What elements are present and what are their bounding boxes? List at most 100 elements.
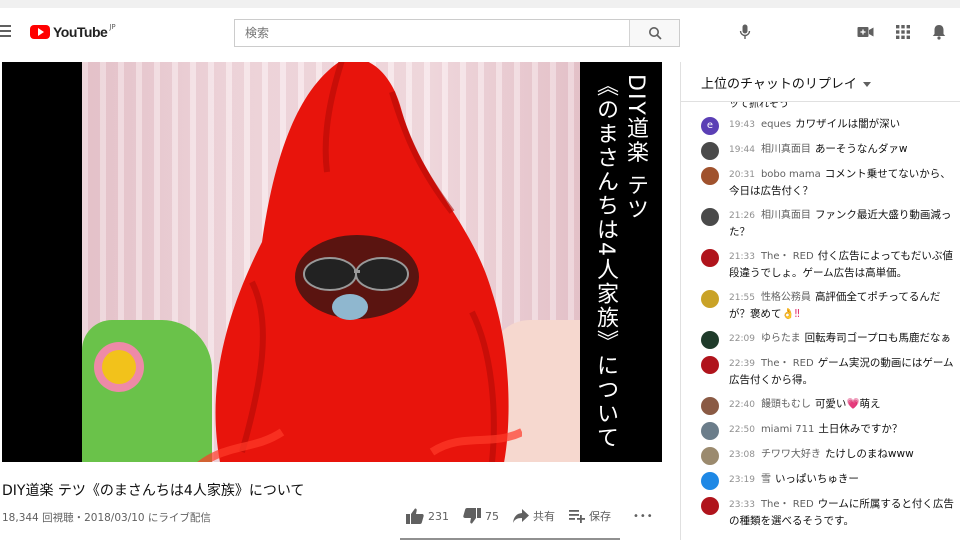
chat-text: 萌え xyxy=(859,398,881,410)
like-button[interactable]: 231 xyxy=(406,508,449,524)
chat-emoji: 👌‼ xyxy=(781,308,800,320)
save-label: 保存 xyxy=(589,510,611,523)
masthead: YouTube JP xyxy=(0,0,960,62)
chat-author[interactable]: 性格公務員 xyxy=(761,292,811,303)
chat-header-label: 上位のチャットのリプレイ xyxy=(701,77,857,92)
chat-timestamp: 23:19 xyxy=(729,475,755,485)
thumbs-up-icon xyxy=(406,508,424,524)
chat-author[interactable]: 相川真面目 xyxy=(761,144,811,155)
chat-timestamp: 21:55 xyxy=(729,293,755,303)
save-button[interactable]: 保存 xyxy=(569,508,611,524)
vertical-caption: DIY道楽 テツ 《のまさんちは4人家族》について xyxy=(582,62,662,462)
chat-avatar[interactable] xyxy=(701,249,719,267)
chat-message[interactable]: 20:31 bobo mama コメント乗せてないから、今日は広告付く？ xyxy=(681,162,960,203)
chat-avatar[interactable] xyxy=(701,497,719,515)
apps-grid-icon[interactable] xyxy=(896,25,910,39)
video-info: DIY道楽 テツ《のまさんちは4人家族》について 18,344 回視聴・2018… xyxy=(0,462,680,540)
share-button[interactable]: 共有 xyxy=(513,508,555,524)
share-label: 共有 xyxy=(533,510,555,523)
chat-partial-message: ッて抓れそう xyxy=(729,102,789,110)
chat-timestamp: 23:33 xyxy=(729,500,755,510)
chat-message[interactable]: 23:33 The・ RED ウームに所属すると付く広告の種類を選べるそうです。 xyxy=(681,492,960,533)
dislike-button[interactable]: 75 xyxy=(463,508,499,524)
chat-avatar[interactable] xyxy=(701,208,719,226)
search-input[interactable] xyxy=(235,20,629,46)
chat-author[interactable]: 饅頭もむし xyxy=(761,399,811,410)
chat-avatar[interactable] xyxy=(701,356,719,374)
chat-message[interactable]: 22:09 ゆらたま 回転寿司ゴープロも馬鹿だなぁ xyxy=(681,326,960,351)
chat-text: いっぱいちゅきー xyxy=(774,473,859,485)
chat-text: 土日休みですか？ xyxy=(818,423,903,435)
chat-mode-dropdown[interactable]: 上位のチャットのリプレイ xyxy=(681,62,960,102)
chat-author[interactable]: miami 711 xyxy=(761,424,814,435)
video-title: DIY道楽 テツ《のまさんちは4人家族》について xyxy=(2,483,305,499)
chat-avatar[interactable] xyxy=(701,331,719,349)
chat-author[interactable]: The・ RED xyxy=(761,251,814,262)
search-bar xyxy=(234,19,680,47)
chat-avatar[interactable] xyxy=(701,397,719,415)
chat-message[interactable]: 23:19 雪いっぱいちゅきー xyxy=(681,467,960,492)
menu-icon[interactable] xyxy=(0,25,12,39)
chat-author[interactable]: チワワ大好き xyxy=(761,449,821,460)
chat-text: 回転寿司ゴープロも馬鹿だなぁ xyxy=(804,332,952,344)
chat-message[interactable]: 22:40 饅頭もむし 可愛い 💗 萌え xyxy=(681,392,960,417)
youtube-logo[interactable]: YouTube JP xyxy=(30,23,116,40)
chat-timestamp: 22:40 xyxy=(729,400,755,410)
chat-avatar[interactable] xyxy=(701,472,719,490)
like-count: 231 xyxy=(428,509,449,523)
chat-author[interactable]: The・ RED xyxy=(761,358,814,369)
chat-author[interactable]: eques xyxy=(761,119,791,130)
chat-message[interactable]: 19:44 相川真面目 あーそうなんダァw xyxy=(681,137,960,162)
chat-avatar[interactable] xyxy=(701,447,719,465)
video-player[interactable]: DIY道楽 テツ 《のまさんちは4人家族》について xyxy=(2,62,662,462)
more-actions-button[interactable]: ••• xyxy=(629,511,654,522)
chat-message[interactable]: e 19:43 eques カワザイルは闇が深い xyxy=(681,112,960,137)
chat-message[interactable]: 22:50 miami 711 土日休みですか？ xyxy=(681,417,960,442)
voice-search-button[interactable] xyxy=(739,24,751,44)
search-button[interactable] xyxy=(629,20,679,46)
logo-text: YouTube xyxy=(53,24,108,40)
chat-author[interactable]: 相川真面目 xyxy=(761,210,811,221)
chat-author[interactable]: 雪 xyxy=(761,474,771,485)
chat-message[interactable]: 23:08 チワワ大好き たけしのまねwww xyxy=(681,442,960,467)
more-icon: ••• xyxy=(633,510,654,522)
dropdown-caret-icon xyxy=(862,82,871,87)
chat-timestamp: 22:39 xyxy=(729,359,755,369)
video-meta: 18,344 回視聴・2018/03/10 にライブ配信 xyxy=(2,512,211,524)
chat-message[interactable]: 21:26 相川真面目 ファンク最近大盛り動画減った？ xyxy=(681,203,960,244)
chat-timestamp: 19:43 xyxy=(729,120,755,130)
chat-message[interactable]: 21:33 The・ RED 付く広告によってもだいぶ値段違うでしょ。ゲーム広告は高… xyxy=(681,244,960,285)
chat-text: たけしのまねwww xyxy=(824,448,914,460)
chat-avatar[interactable] xyxy=(701,422,719,440)
chat-timestamp: 22:09 xyxy=(729,334,755,344)
chat-message[interactable]: 21:55 性格公務員 高評価全てポチってるんだが？褒めて 👌‼ xyxy=(681,285,960,326)
search-icon xyxy=(648,27,662,40)
video-actions: 231 75 共有 保存 ••• xyxy=(406,508,668,524)
chat-text: あーそうなんダァw xyxy=(814,143,908,155)
chat-avatar[interactable] xyxy=(701,290,719,308)
chat-text: 可愛い xyxy=(814,398,847,410)
chat-avatar[interactable] xyxy=(701,142,719,160)
share-icon xyxy=(513,509,529,523)
chat-timestamp: 21:26 xyxy=(729,211,755,221)
playlist-add-icon xyxy=(569,510,585,523)
chat-timestamp: 23:08 xyxy=(729,450,755,460)
chat-timestamp: 19:44 xyxy=(729,145,755,155)
chat-author[interactable]: ゆらたま xyxy=(761,333,801,344)
red-furry-puppet xyxy=(197,62,522,462)
youtube-play-icon xyxy=(30,25,50,39)
chat-avatar[interactable]: e xyxy=(701,117,719,135)
chat-author[interactable]: The・ RED xyxy=(761,499,814,510)
chat-timestamp: 22:50 xyxy=(729,425,755,435)
logo-region: JP xyxy=(109,23,116,31)
chat-author[interactable]: bobo mama xyxy=(761,169,821,180)
create-video-icon[interactable] xyxy=(857,26,874,38)
live-chat-replay: 上位のチャットのリプレイ ッて抓れそう e 19:43 eques カワザイルは闇が深… xyxy=(680,62,960,540)
chat-message[interactable]: 22:39 The・ RED ゲーム実況の動画にはゲーム広告付くから得。 xyxy=(681,351,960,392)
dislike-count: 75 xyxy=(485,509,499,523)
chat-timestamp: 20:31 xyxy=(729,170,755,180)
chat-text: カワザイルは闇が深い xyxy=(795,118,901,130)
caption-line-1: DIY道楽 テツ xyxy=(623,74,648,222)
notifications-bell-icon[interactable] xyxy=(932,24,946,40)
chat-avatar[interactable] xyxy=(701,167,719,185)
